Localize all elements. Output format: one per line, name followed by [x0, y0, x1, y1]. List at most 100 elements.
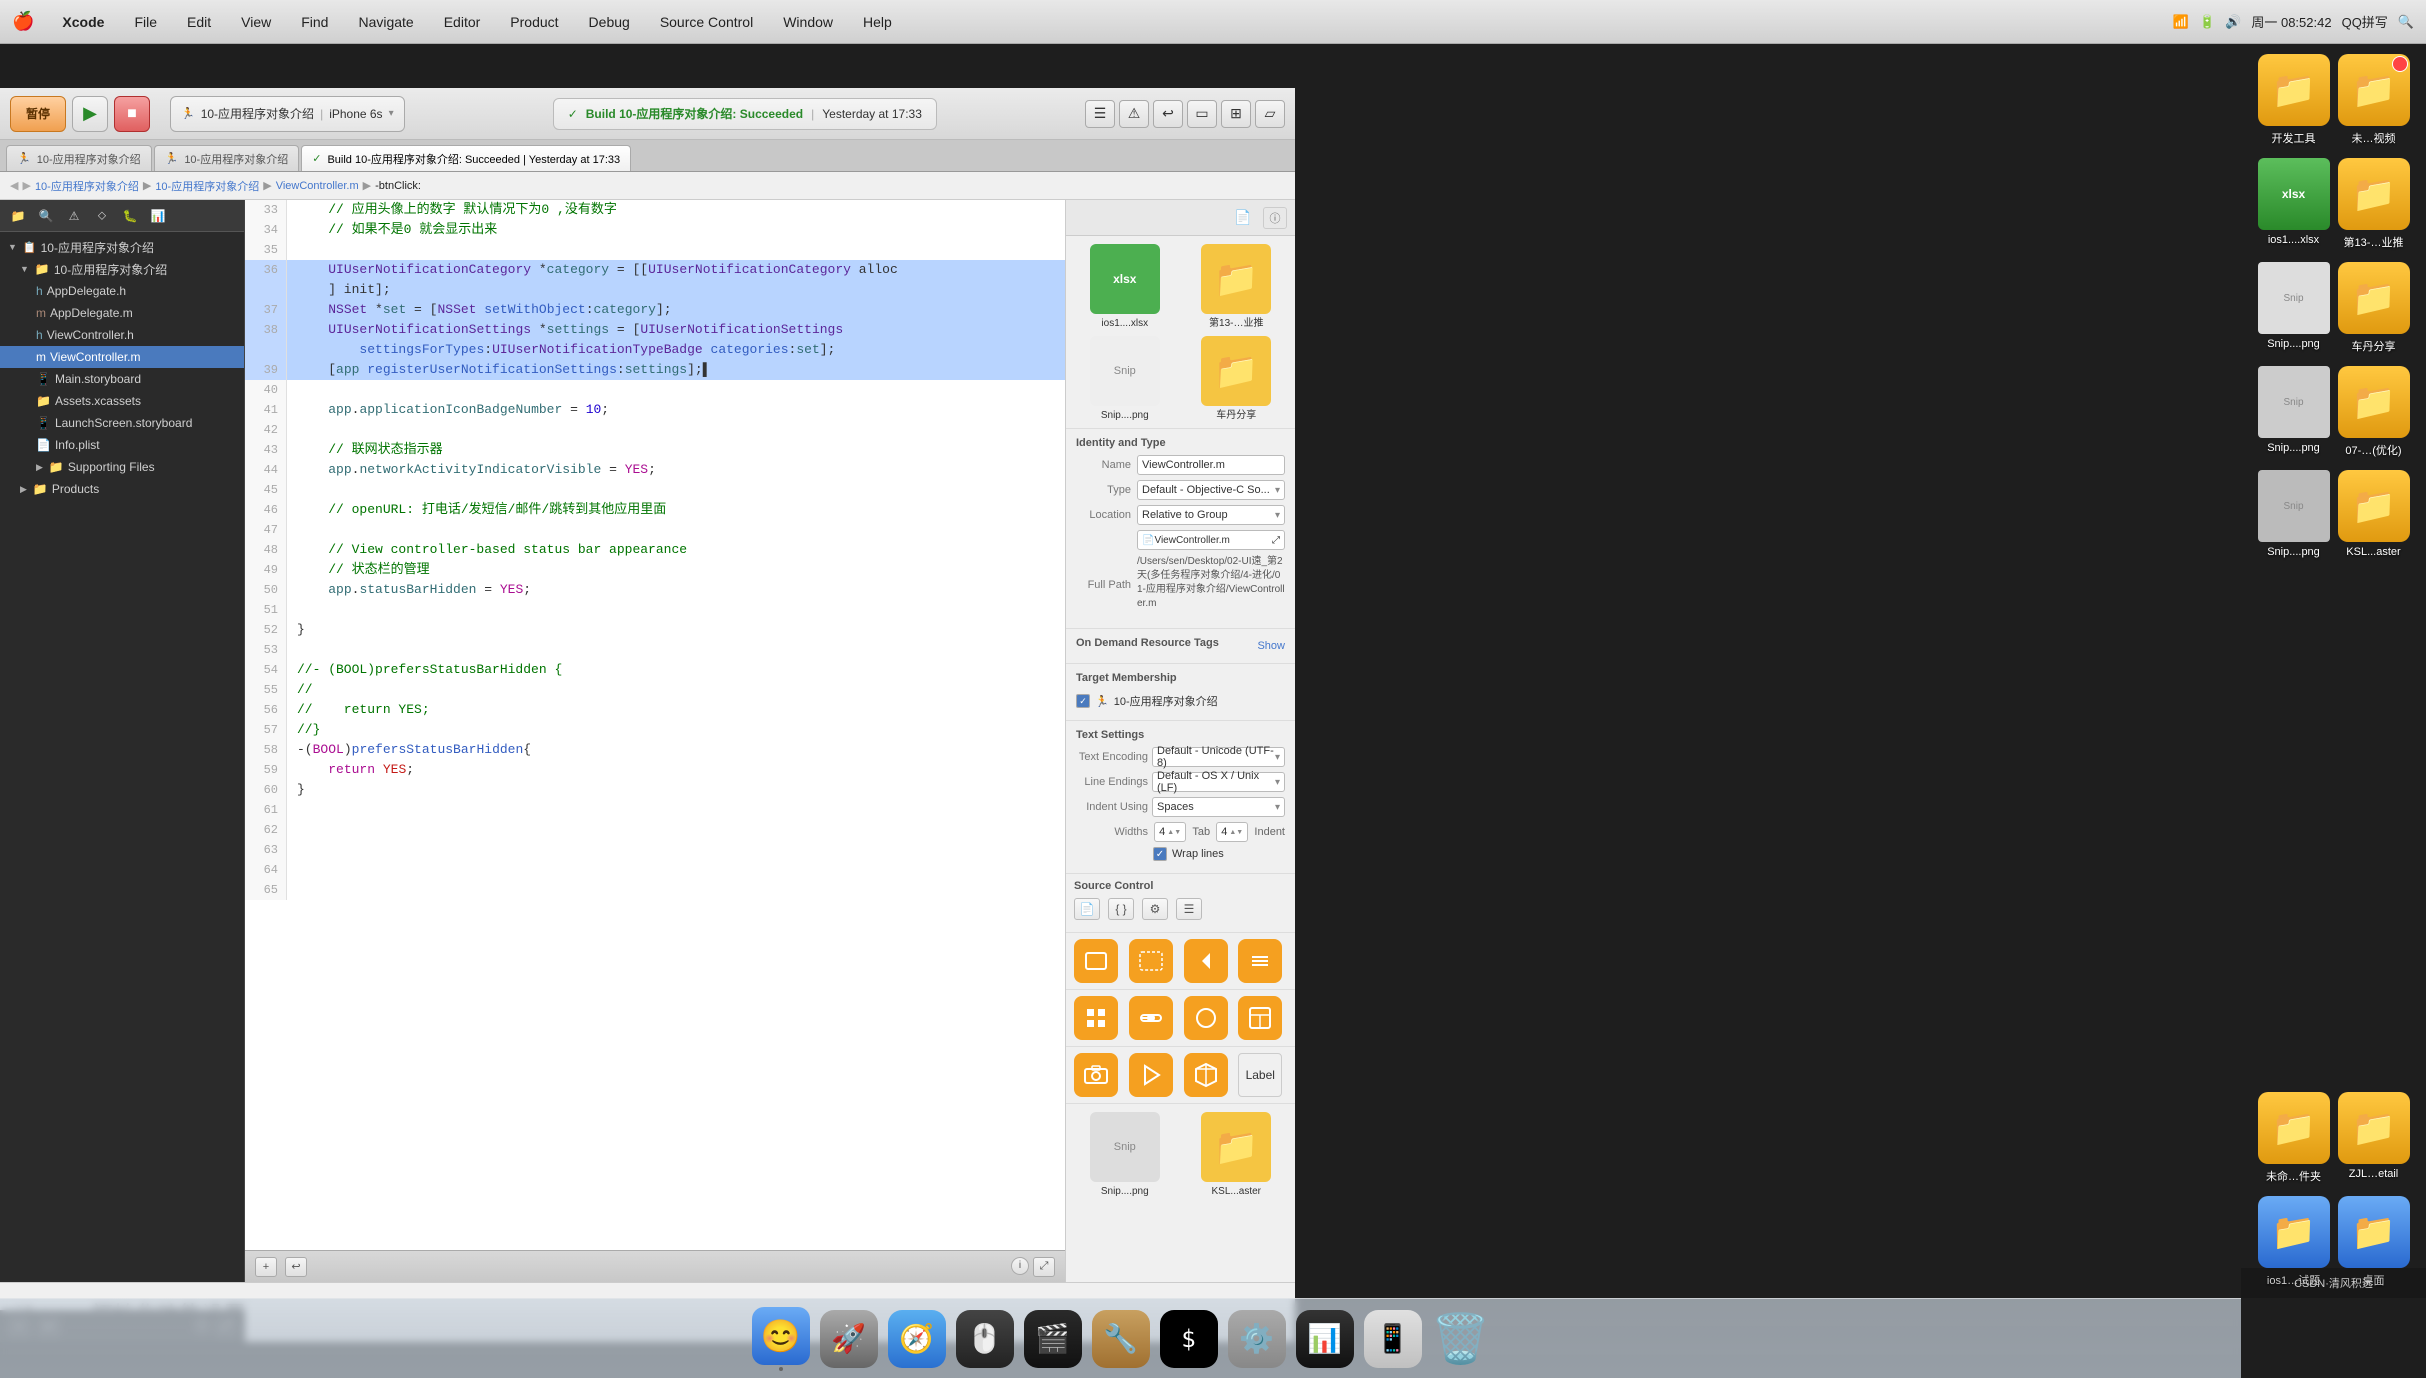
- pause-button[interactable]: 暂停: [10, 96, 66, 132]
- encoding-value[interactable]: Default - Unicode (UTF-8): [1152, 747, 1285, 767]
- indent-width-input[interactable]: 4 ▲▼: [1216, 822, 1248, 842]
- dock-simulator[interactable]: 📱: [1364, 1310, 1422, 1368]
- menu-product[interactable]: Product: [504, 12, 564, 32]
- desktop-icon-weishi[interactable]: 📁 未…视频: [2338, 54, 2410, 146]
- sidebar-search-icon[interactable]: 🔍: [34, 205, 58, 227]
- obj-icon-camera[interactable]: [1074, 1053, 1118, 1097]
- stop-button[interactable]: ■: [114, 96, 150, 132]
- inspector-file-folder2[interactable]: 📁 车丹分享: [1184, 336, 1290, 422]
- obj-icon-play[interactable]: [1129, 1053, 1173, 1097]
- apple-menu[interactable]: 🍎: [12, 11, 34, 32]
- menu-help[interactable]: Help: [857, 12, 898, 32]
- wrap-lines-checkbox[interactable]: ✓: [1153, 847, 1167, 861]
- obj-icon-dotted[interactable]: [1129, 939, 1173, 983]
- obj-icon-circle[interactable]: [1184, 996, 1228, 1040]
- menu-xcode[interactable]: Xcode: [56, 12, 110, 32]
- location-value[interactable]: Relative to Group: [1137, 505, 1285, 525]
- sidebar-item-viewcontroller-m[interactable]: m ViewController.m: [0, 346, 244, 368]
- tab-1[interactable]: 🏃 10-应用程序对象介绍: [6, 145, 152, 171]
- obj-icon-screen[interactable]: [1074, 939, 1118, 983]
- menu-window[interactable]: Window: [777, 12, 839, 32]
- sidebar-item-group[interactable]: ▼ 📁 10-应用程序对象介绍: [0, 258, 244, 280]
- editor-add-btn[interactable]: +: [255, 1257, 277, 1277]
- obj-icon-grid[interactable]: [1074, 996, 1118, 1040]
- sidebar-warning-icon[interactable]: ⚠: [62, 205, 86, 227]
- sidebar-item-appdelegate-h[interactable]: h AppDelegate.h: [0, 280, 244, 302]
- sc-gear-icon[interactable]: ⚙: [1142, 898, 1168, 920]
- dock-finder[interactable]: 😊: [752, 1307, 810, 1371]
- type-value[interactable]: Default - Objective-C So...: [1137, 480, 1285, 500]
- dock-tools[interactable]: 🔧: [1092, 1310, 1150, 1368]
- sc-braces-icon[interactable]: { }: [1108, 898, 1134, 920]
- breadcrumb-item-3[interactable]: ViewController.m: [276, 180, 359, 192]
- desktop-icon-snip3[interactable]: Snip Snip....png: [2258, 470, 2330, 558]
- editor-expand-btn[interactable]: ⤢: [1033, 1257, 1055, 1277]
- tab-3[interactable]: ✓ Build 10-应用程序对象介绍: Succeeded | Yesterd…: [301, 145, 631, 171]
- obj-icon-label[interactable]: Label: [1238, 1053, 1282, 1097]
- dock-quicktime[interactable]: 🎬: [1024, 1310, 1082, 1368]
- layout-btn1[interactable]: ▭: [1187, 100, 1217, 128]
- sidebar-debug-icon[interactable]: 🐛: [118, 205, 142, 227]
- menu-navigate[interactable]: Navigate: [352, 12, 419, 32]
- inspector-file-folder3[interactable]: 📁 KSL...aster: [1184, 1112, 1290, 1198]
- sc-doc-icon[interactable]: 📄: [1074, 898, 1100, 920]
- inspector-file-folder1[interactable]: 📁 第13-…业推: [1184, 244, 1290, 330]
- sc-list-icon[interactable]: ☰: [1176, 898, 1202, 920]
- warning-btn[interactable]: ⚠: [1119, 100, 1149, 128]
- name-value[interactable]: ViewController.m: [1137, 455, 1285, 475]
- line-endings-value[interactable]: Default - OS X / Unix (LF): [1152, 772, 1285, 792]
- scheme-selector[interactable]: 🏃 10-应用程序对象介绍 | iPhone 6s ▾: [170, 96, 405, 132]
- sidebar-item-supporting-files[interactable]: ▶ 📁 Supporting Files: [0, 456, 244, 478]
- breadcrumb-item-4[interactable]: -btnClick:: [375, 180, 421, 192]
- layout-btn2[interactable]: ⊞: [1221, 100, 1251, 128]
- inspector-file-xlsx[interactable]: xlsx ios1....xlsx: [1072, 244, 1178, 330]
- inspector-doc-icon[interactable]: 📄: [1231, 207, 1255, 229]
- breadcrumb-nav-forward[interactable]: ▶: [22, 179, 30, 192]
- obj-icon-slider[interactable]: [1129, 996, 1173, 1040]
- menu-source-control[interactable]: Source Control: [654, 12, 759, 32]
- sidebar-item-appdelegate-m[interactable]: m AppDelegate.m: [0, 302, 244, 324]
- sidebar-report-icon[interactable]: 📊: [146, 205, 170, 227]
- inspector-file-png2[interactable]: Snip Snip....png: [1072, 1112, 1178, 1198]
- menu-debug[interactable]: Debug: [583, 12, 636, 32]
- sidebar-folder-icon[interactable]: 📁: [6, 205, 30, 227]
- breadcrumb-item-2[interactable]: 10-应用程序对象介绍: [155, 178, 259, 194]
- sidebar-item-products[interactable]: ▶ 📁 Products: [0, 478, 244, 500]
- desktop-icon-snip1[interactable]: Snip Snip....png: [2258, 262, 2330, 354]
- inspector-file-png1[interactable]: Snip Snip....png: [1072, 336, 1178, 422]
- code-editor[interactable]: 33 // 应用头像上的数字 默认情况下为0 ,没有数字 34 // 如果不是0…: [245, 200, 1065, 1282]
- breadcrumb-nav-back[interactable]: ◀: [10, 179, 18, 192]
- search-icon[interactable]: 🔍: [2398, 14, 2414, 30]
- dock-launchpad[interactable]: 🚀: [820, 1310, 878, 1368]
- menu-view[interactable]: View: [235, 12, 277, 32]
- desktop-icon-snip2[interactable]: Snip Snip....png: [2258, 366, 2330, 458]
- sidebar-item-viewcontroller-h[interactable]: h ViewController.h: [0, 324, 244, 346]
- tab-2[interactable]: 🏃 10-应用程序对象介绍: [154, 145, 300, 171]
- desktop-icon-weiming[interactable]: 📁 未命…件夹: [2258, 1092, 2330, 1184]
- input-method[interactable]: QQ拼写: [2342, 12, 2388, 31]
- sidebar-item-info-plist[interactable]: 📄 Info.plist: [0, 434, 244, 456]
- menu-editor[interactable]: Editor: [438, 12, 487, 32]
- obj-icon-list[interactable]: [1238, 939, 1282, 983]
- obj-icon-cube[interactable]: [1184, 1053, 1228, 1097]
- menu-file[interactable]: File: [128, 12, 163, 32]
- location-file-reveal-icon[interactable]: ⤢: [1272, 535, 1280, 546]
- desktop-icon-kaifa[interactable]: 📁 开发工具: [2258, 54, 2330, 146]
- desktop-icon-yedui[interactable]: 📁 第13-…业推: [2338, 158, 2410, 250]
- desktop-icon-opt[interactable]: 📁 07-…(优化): [2338, 366, 2410, 458]
- desktop-icon-zjl[interactable]: 📁 ZJL…etail: [2338, 1092, 2410, 1184]
- dock-terminal[interactable]: $: [1160, 1310, 1218, 1368]
- dock-safari[interactable]: 🧭: [888, 1310, 946, 1368]
- navigator-toggle[interactable]: ☰: [1085, 100, 1115, 128]
- dock-trash[interactable]: 🗑️: [1432, 1310, 1490, 1368]
- obj-icon-back[interactable]: [1184, 939, 1228, 983]
- obj-icon-container[interactable]: [1238, 996, 1282, 1040]
- menu-edit[interactable]: Edit: [181, 12, 217, 32]
- dock-sysprefs[interactable]: ⚙️: [1228, 1310, 1286, 1368]
- run-button[interactable]: ▶: [72, 96, 108, 132]
- breadcrumb-item-1[interactable]: 10-应用程序对象介绍: [35, 178, 139, 194]
- target-checkbox[interactable]: ✓: [1076, 694, 1090, 708]
- sidebar-item-root[interactable]: ▼ 📋 10-应用程序对象介绍: [0, 236, 244, 258]
- on-demand-show-btn[interactable]: Show: [1257, 640, 1285, 652]
- editor-info-btn[interactable]: i: [1011, 1257, 1029, 1275]
